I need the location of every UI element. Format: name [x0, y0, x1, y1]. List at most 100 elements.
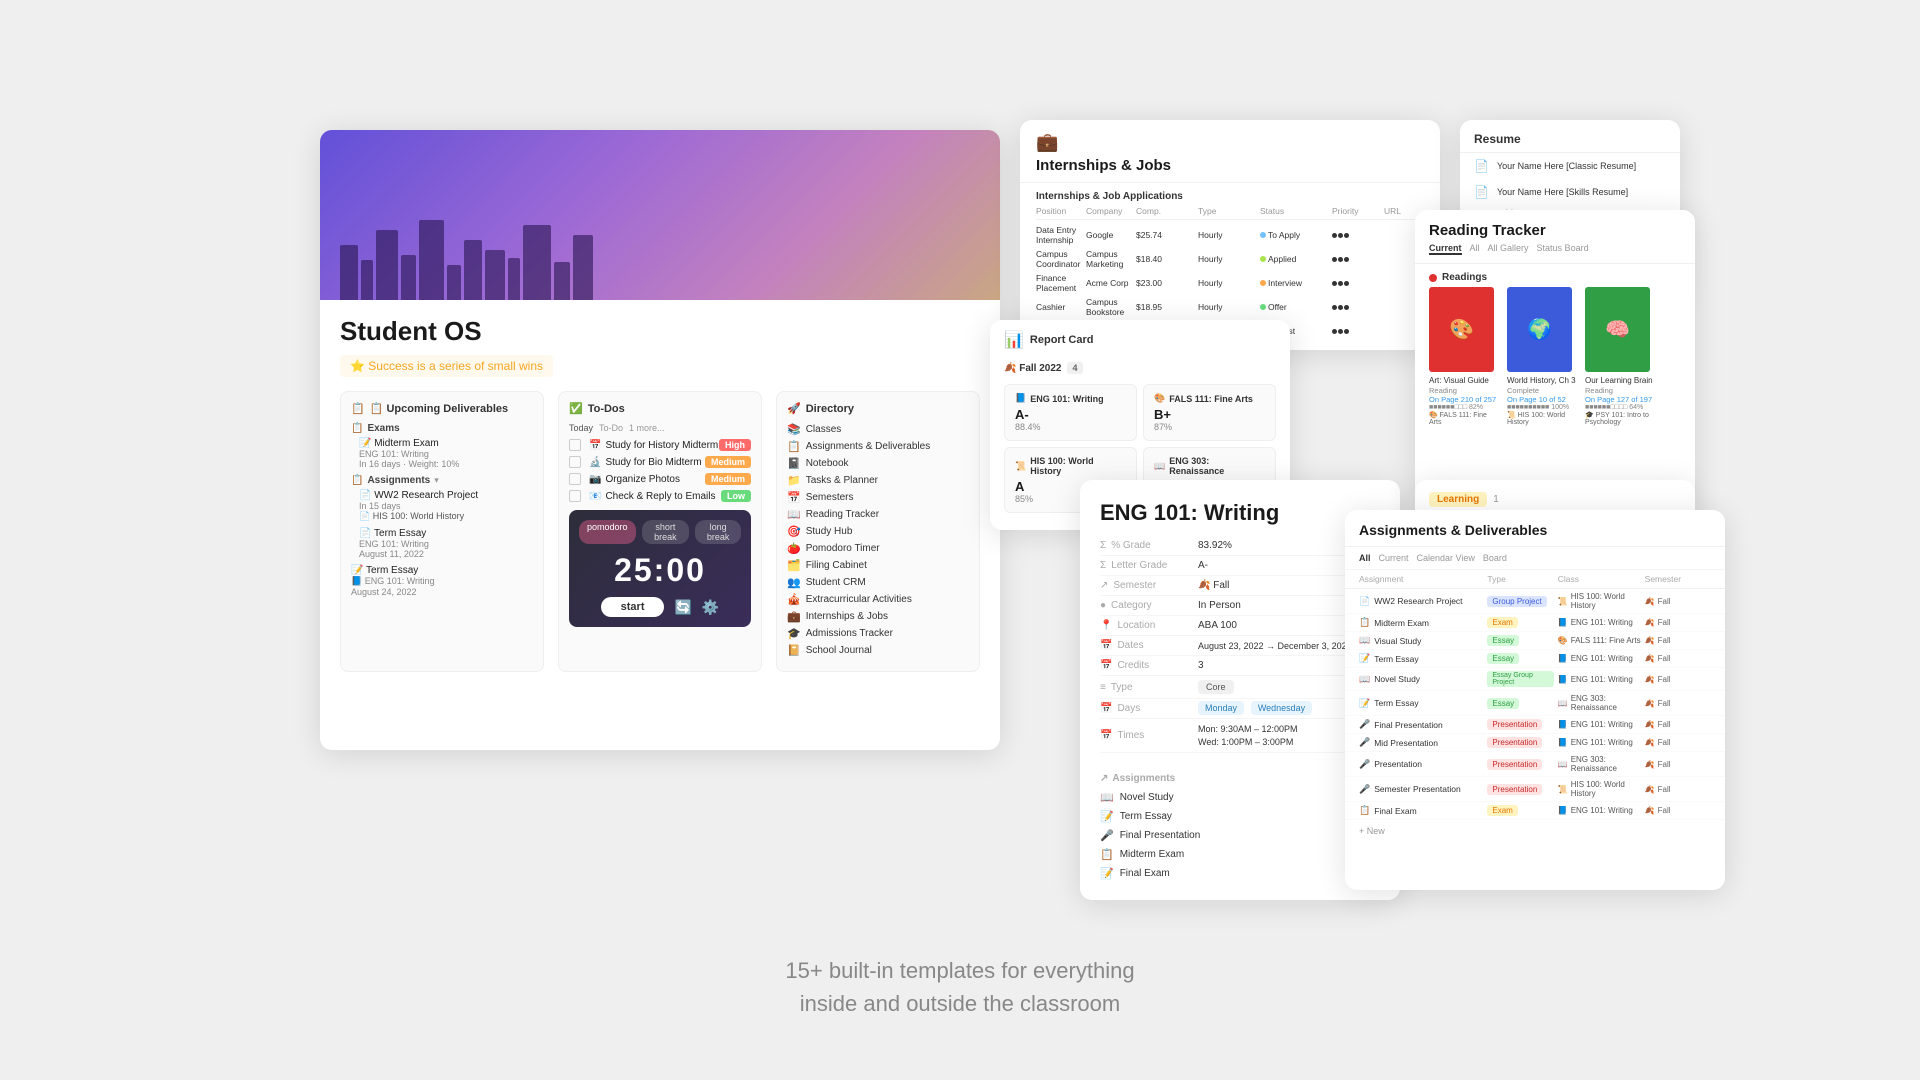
tab-all[interactable]: All	[1470, 243, 1480, 255]
page-background: Student OS ⭐ Success is a series of smal…	[0, 0, 1920, 1080]
todos-section: ✅To-Dos Today To-Do 1 more... 📅 Study fo…	[558, 391, 762, 672]
hero-image	[320, 130, 1000, 300]
dir-assignments[interactable]: 📋Assignments & Deliverables	[787, 440, 969, 453]
dir-pomodoro[interactable]: 🍅Pomodoro Timer	[787, 542, 969, 555]
internships-title: Internships & Jobs	[1036, 157, 1424, 174]
course-eng-writing[interactable]: 📘ENG 101: Writing A- 88.4%	[1004, 384, 1137, 441]
table-row[interactable]: 📋Final Exam Exam 📘ENG 101: Writing 🍂Fall	[1345, 802, 1725, 820]
filter-current[interactable]: Current	[1379, 553, 1409, 563]
table-row[interactable]: 🎤Presentation Presentation 📖ENG 303: Ren…	[1345, 752, 1725, 777]
filter-calendar[interactable]: Calendar View	[1417, 553, 1475, 563]
timer-display: 25:00	[579, 552, 741, 589]
upcoming-section: 📋📋 Upcoming Deliverables 📋 Exams 📝 Midte…	[340, 391, 544, 672]
dir-extracurricular[interactable]: 🎪Extracurricular Activities	[787, 593, 969, 606]
settings-icon[interactable]: ⚙️	[702, 599, 719, 616]
final-presentation-item[interactable]: 🎤Final Presentation	[1100, 826, 1380, 845]
table-row[interactable]: 🎤Semester Presentation Presentation 📜HIS…	[1345, 777, 1725, 802]
dir-notebook[interactable]: 📓Notebook	[787, 457, 969, 470]
internships-icon: 💼	[1036, 132, 1424, 153]
todo-emails: 📧 Check & Reply to Emails Low	[569, 490, 751, 502]
table-row[interactable]: 🎤Final Presentation Presentation 📘ENG 10…	[1345, 716, 1725, 734]
eng-credits-row: 📅 Credits 3	[1100, 656, 1380, 676]
novel-study-item[interactable]: 📖Novel Study	[1100, 788, 1380, 807]
reading-tabs: Current All All Gallery Status Board	[1429, 243, 1681, 255]
table-row[interactable]: 📖Visual Study Essay 🎨FALS 111: Fine Arts…	[1345, 632, 1725, 650]
core-badge: Core	[1198, 680, 1234, 694]
long-break-tab[interactable]: long break	[695, 520, 741, 544]
readings-label: Readings	[1415, 264, 1695, 287]
table-row[interactable]: 📝Term Essay Essay 📖ENG 303: Renaissance …	[1345, 691, 1725, 716]
todo-tab[interactable]: To-Do	[599, 423, 623, 433]
book-world-history[interactable]: 🌍 World History, Ch 3 Complete On Page 1…	[1507, 287, 1577, 426]
dir-internships[interactable]: 💼Internships & Jobs	[787, 610, 969, 623]
bottom-text: 15+ built-in templates for everything in…	[785, 954, 1134, 1020]
todo-history: 📅 Study for History Midterm High	[569, 439, 751, 451]
report-header: 📊 Report Card	[990, 320, 1290, 356]
eng101-title: ENG 101: Writing	[1100, 500, 1380, 526]
dir-reading[interactable]: 📖Reading Tracker	[787, 508, 969, 521]
screenshots-container: Student OS ⭐ Success is a series of smal…	[260, 90, 1660, 990]
filter-board[interactable]: Board	[1483, 553, 1507, 563]
eng-semester-row: ↗ Semester 🍂 Fall	[1100, 576, 1380, 596]
os-title: Student OS	[340, 316, 980, 347]
table-row: CashierCampus Bookstore$18.95Hourly Offe…	[1036, 295, 1424, 319]
dir-crm[interactable]: 👥Student CRM	[787, 576, 969, 589]
book-art-meta: Reading	[1429, 386, 1499, 395]
dir-classes[interactable]: 📚Classes	[787, 423, 969, 436]
assign-filter-row: All Current Calendar View Board	[1345, 547, 1725, 570]
final-exam-item[interactable]: 📝Final Exam	[1100, 864, 1380, 883]
filter-all[interactable]: All	[1359, 553, 1371, 563]
dir-journal[interactable]: 📔School Journal	[787, 644, 969, 657]
table-row[interactable]: 🎤Mid Presentation Presentation 📘ENG 101:…	[1345, 734, 1725, 752]
todos-title: ✅To-Dos	[569, 402, 751, 415]
os-subtitle: ⭐ Success is a series of small wins	[340, 355, 553, 377]
wednesday-badge: Wednesday	[1251, 701, 1312, 715]
book-learning-brain[interactable]: 🧠 Our Learning Brain Reading On Page 127…	[1585, 287, 1655, 426]
course-fals-arts[interactable]: 🎨FALS 111: Fine Arts B+ 87%	[1143, 384, 1276, 441]
internships-card: 💼 Internships & Jobs Internships & Job A…	[1020, 120, 1440, 350]
todo-photos: 📷 Organize Photos Medium	[569, 473, 751, 485]
table-row[interactable]: 📖Novel Study Essay Group Project 📘ENG 10…	[1345, 668, 1725, 691]
dir-tasks[interactable]: 📁Tasks & Planner	[787, 474, 969, 487]
resume-item-1[interactable]: 📄 Your Name Here [Classic Resume]	[1460, 153, 1680, 179]
dir-semesters[interactable]: 📅Semesters	[787, 491, 969, 504]
assign-header: Assignments & Deliverables	[1345, 510, 1725, 547]
midterm-exam-item[interactable]: 📋Midterm Exam	[1100, 845, 1380, 864]
book-history-title: World History, Ch 3	[1507, 376, 1577, 386]
report-semester: 🍂 Fall 2022 4	[990, 356, 1290, 376]
short-break-tab[interactable]: short break	[642, 520, 690, 544]
tab-status[interactable]: Status Board	[1537, 243, 1589, 255]
book-brain-title: Our Learning Brain	[1585, 376, 1655, 386]
directory-title: 🚀Directory	[787, 402, 969, 415]
refresh-icon[interactable]: 🔄	[674, 599, 691, 616]
eng-dates-row: 📅 Dates August 23, 2022 → December 3, 20…	[1100, 636, 1380, 656]
eng-letter-row: Σ Letter Grade A-	[1100, 556, 1380, 576]
today-tab[interactable]: Today	[569, 423, 593, 433]
resume-doc-icon: 📄	[1474, 159, 1489, 173]
eng-type-row: ≡ Type Core	[1100, 676, 1380, 699]
start-button[interactable]: start	[601, 597, 665, 617]
table-row[interactable]: 📝Term Essay Essay 📘ENG 101: Writing 🍂Fal…	[1345, 650, 1725, 668]
table-row[interactable]: 📄WW2 Research Project Group Project 📜HIS…	[1345, 589, 1725, 614]
reading-header: Reading Tracker Current All All Gallery …	[1415, 210, 1695, 264]
tab-current[interactable]: Current	[1429, 243, 1462, 255]
new-row-button[interactable]: + New	[1345, 820, 1725, 842]
eng-days-row: 📅 Days Monday Wednesday	[1100, 699, 1380, 719]
table-header: PositionCompanyComp.TypeStatusPriorityUR…	[1036, 206, 1424, 220]
table-section-title: Internships & Job Applications	[1036, 191, 1424, 202]
more-tab[interactable]: 1 more...	[629, 423, 665, 433]
table-row[interactable]: 📋Midterm Exam Exam 📘ENG 101: Writing 🍂Fa…	[1345, 614, 1725, 632]
resume-item-2[interactable]: 📄 Your Name Here [Skills Resume]	[1460, 179, 1680, 205]
dir-filing[interactable]: 🗂️Filing Cabinet	[787, 559, 969, 572]
tab-gallery[interactable]: All Gallery	[1488, 243, 1529, 255]
pomodoro-tab[interactable]: pomodoro	[579, 520, 636, 544]
book-art[interactable]: 🎨 Art: Visual Guide Reading On Page 210 …	[1429, 287, 1499, 426]
table-row: Data Entry InternshipGoogle$25.74Hourly …	[1036, 223, 1424, 247]
books-grid: 🎨 Art: Visual Guide Reading On Page 210 …	[1415, 287, 1695, 436]
assign-title: Assignments & Deliverables	[1359, 522, 1711, 538]
exams-label: 📋 Exams 📝 Midterm Exam ENG 101: Writing …	[351, 423, 533, 469]
dir-study[interactable]: 🎯Study Hub	[787, 525, 969, 538]
book-brain-meta: Reading	[1585, 386, 1655, 395]
dir-admissions[interactable]: 🎓Admissions Tracker	[787, 627, 969, 640]
term-essay-item[interactable]: 📝Term Essay	[1100, 807, 1380, 826]
